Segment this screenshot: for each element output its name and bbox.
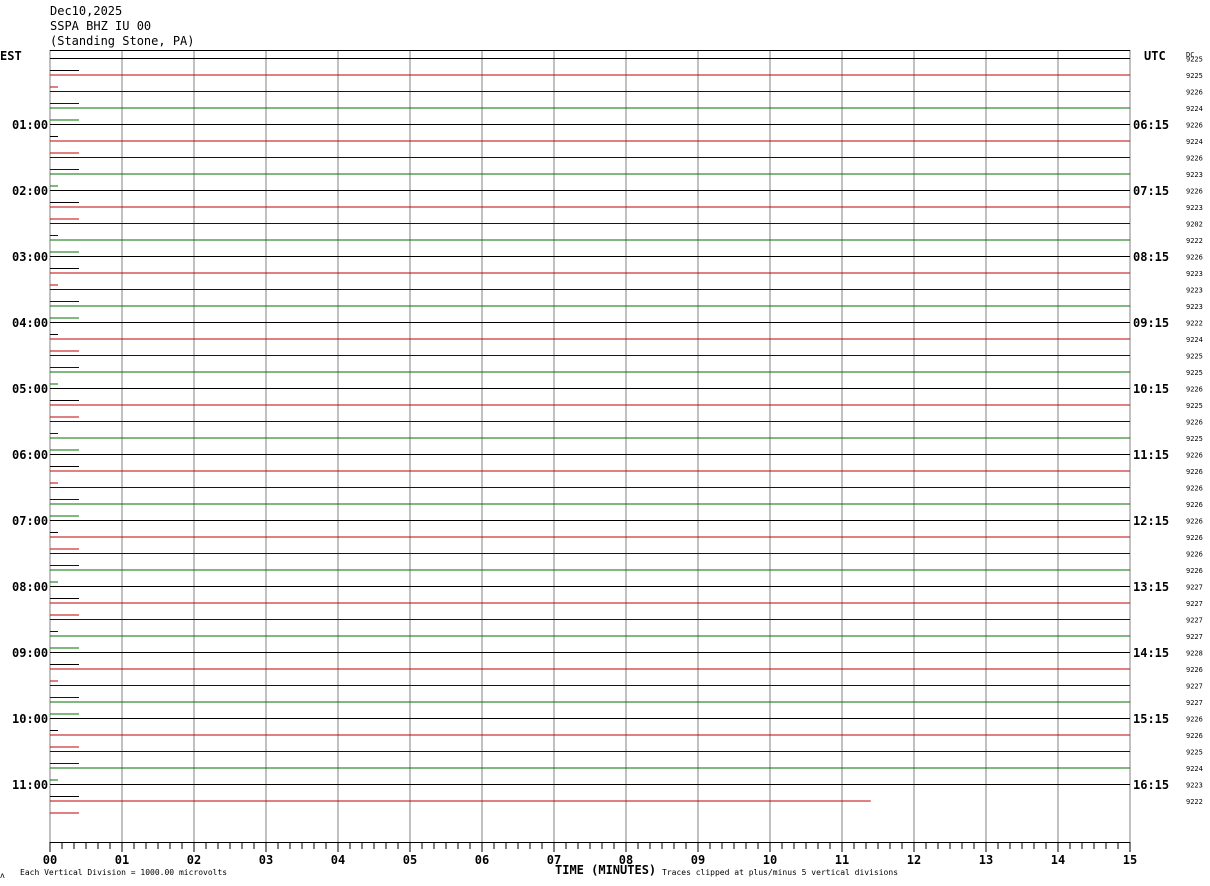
- x-tick-label: 10: [763, 853, 777, 867]
- date-label: Dec10,2025: [50, 4, 122, 18]
- dc-value: 9225: [1186, 402, 1203, 410]
- dc-value: 9226: [1186, 518, 1203, 526]
- dc-value: 9202: [1186, 221, 1203, 229]
- dc-value: 9226: [1186, 716, 1203, 724]
- dc-value: 9223: [1186, 171, 1203, 179]
- dc-value: 9226: [1186, 485, 1203, 493]
- location-label: (Standing Stone, PA): [50, 34, 195, 48]
- utc-hour-label: 15:15: [1133, 712, 1169, 726]
- right-timezone-label: UTC: [1144, 49, 1166, 63]
- dc-value: 9224: [1186, 105, 1203, 113]
- est-hour-label: 11:00: [12, 778, 48, 792]
- x-tick-label: 13: [979, 853, 993, 867]
- dc-value: 9227: [1186, 683, 1203, 691]
- est-hour-label: 02:00: [12, 184, 48, 198]
- dc-value: 9223: [1186, 287, 1203, 295]
- est-hour-label: 10:00: [12, 712, 48, 726]
- x-tick-label: 09: [691, 853, 705, 867]
- dc-value: 9226: [1186, 89, 1203, 97]
- est-hour-label: 07:00: [12, 514, 48, 528]
- utc-hour-label: 10:15: [1133, 382, 1169, 396]
- x-tick-label: 14: [1051, 853, 1065, 867]
- x-tick-label: 00: [43, 853, 57, 867]
- vertical-grid: [49, 50, 1131, 842]
- corner-mark: ʌ: [0, 871, 5, 880]
- dc-value: 9227: [1186, 584, 1203, 592]
- est-hour-label: 08:00: [12, 580, 48, 594]
- dc-value: 9226: [1186, 534, 1203, 542]
- utc-hour-label: 07:15: [1133, 184, 1169, 198]
- dc-value: 9226: [1186, 122, 1203, 130]
- dc-value: 9223: [1186, 204, 1203, 212]
- dc-value: 9225: [1186, 435, 1203, 443]
- clip-note: Traces clipped at plus/minus 5 vertical …: [662, 868, 898, 877]
- x-tick-label: 11: [835, 853, 849, 867]
- dc-value: 9226: [1186, 386, 1203, 394]
- dc-value: 9226: [1186, 419, 1203, 427]
- dc-value: 9226: [1186, 188, 1203, 196]
- x-axis-title: TIME (MINUTES): [555, 863, 656, 877]
- dc-offset-labels: 9225 9225 9226 9224 9226 9224 9226 9223 9226 9223…: [1186, 56, 1203, 807]
- dc-value: 9226: [1186, 468, 1203, 476]
- utc-hour-label: 11:15: [1133, 448, 1169, 462]
- dc-value: 9226: [1186, 732, 1203, 740]
- dc-value: 9227: [1186, 633, 1203, 641]
- dc-value: 9226: [1186, 567, 1203, 575]
- utc-hour-label: 09:15: [1133, 316, 1169, 330]
- dc-value: 9222: [1186, 237, 1203, 245]
- dc-value: 9225: [1186, 72, 1203, 80]
- dc-value: 9226: [1186, 452, 1203, 460]
- est-hour-label: 03:00: [12, 250, 48, 264]
- dc-value: 9226: [1186, 551, 1203, 559]
- trace-lines: [50, 58, 1130, 802]
- est-hour-label: 05:00: [12, 382, 48, 396]
- est-hour-label: 06:00: [12, 448, 48, 462]
- x-tick-label: 04: [331, 853, 345, 867]
- x-tick-label: 03: [259, 853, 273, 867]
- dc-value: 9225: [1186, 56, 1203, 64]
- utc-hour-label: 14:15: [1133, 646, 1169, 660]
- dc-value: 9223: [1186, 303, 1203, 311]
- utc-hour-label: 16:15: [1133, 778, 1169, 792]
- utc-hour-label: 08:15: [1133, 250, 1169, 264]
- est-hour-label: 01:00: [12, 118, 48, 132]
- dc-value: 9223: [1186, 270, 1203, 278]
- dc-value: 9224: [1186, 765, 1203, 773]
- dc-value: 9222: [1186, 320, 1203, 328]
- dc-value: 9223: [1186, 782, 1203, 790]
- dc-value: 9227: [1186, 600, 1203, 608]
- dc-value: 9228: [1186, 650, 1203, 658]
- station-label: SSPA BHZ IU 00: [50, 19, 151, 33]
- dc-value: 9222: [1186, 798, 1203, 806]
- left-timezone-label: EST: [0, 49, 22, 63]
- est-hour-label: 09:00: [12, 646, 48, 660]
- dc-value: 9224: [1186, 336, 1203, 344]
- est-hour-label: 04:00: [12, 316, 48, 330]
- dc-value: 9225: [1186, 369, 1203, 377]
- dc-value: 9226: [1186, 254, 1203, 262]
- dc-value: 9226: [1186, 666, 1203, 674]
- scale-note: Each Vertical Division = 1000.00 microvo…: [20, 868, 227, 877]
- x-tick-label: 02: [187, 853, 201, 867]
- dc-value: 9227: [1186, 617, 1203, 625]
- dc-value: 9226: [1186, 501, 1203, 509]
- dc-value: 9226: [1186, 155, 1203, 163]
- x-tick-label: 05: [403, 853, 417, 867]
- x-tick-label: 01: [115, 853, 129, 867]
- dc-value: 9224: [1186, 138, 1203, 146]
- dc-value: 9227: [1186, 699, 1203, 707]
- utc-hour-label: 12:15: [1133, 514, 1169, 528]
- utc-hour-label: 13:15: [1133, 580, 1169, 594]
- x-tick-label: 12: [907, 853, 921, 867]
- helicorder-chart: Dec10,2025 SSPA BHZ IU 00 (Standing Ston…: [0, 4, 1203, 880]
- x-tick-label: 06: [475, 853, 489, 867]
- x-tick-label: 15: [1123, 853, 1137, 867]
- dc-value: 9225: [1186, 749, 1203, 757]
- utc-hour-label: 06:15: [1133, 118, 1169, 132]
- dc-value: 9225: [1186, 353, 1203, 361]
